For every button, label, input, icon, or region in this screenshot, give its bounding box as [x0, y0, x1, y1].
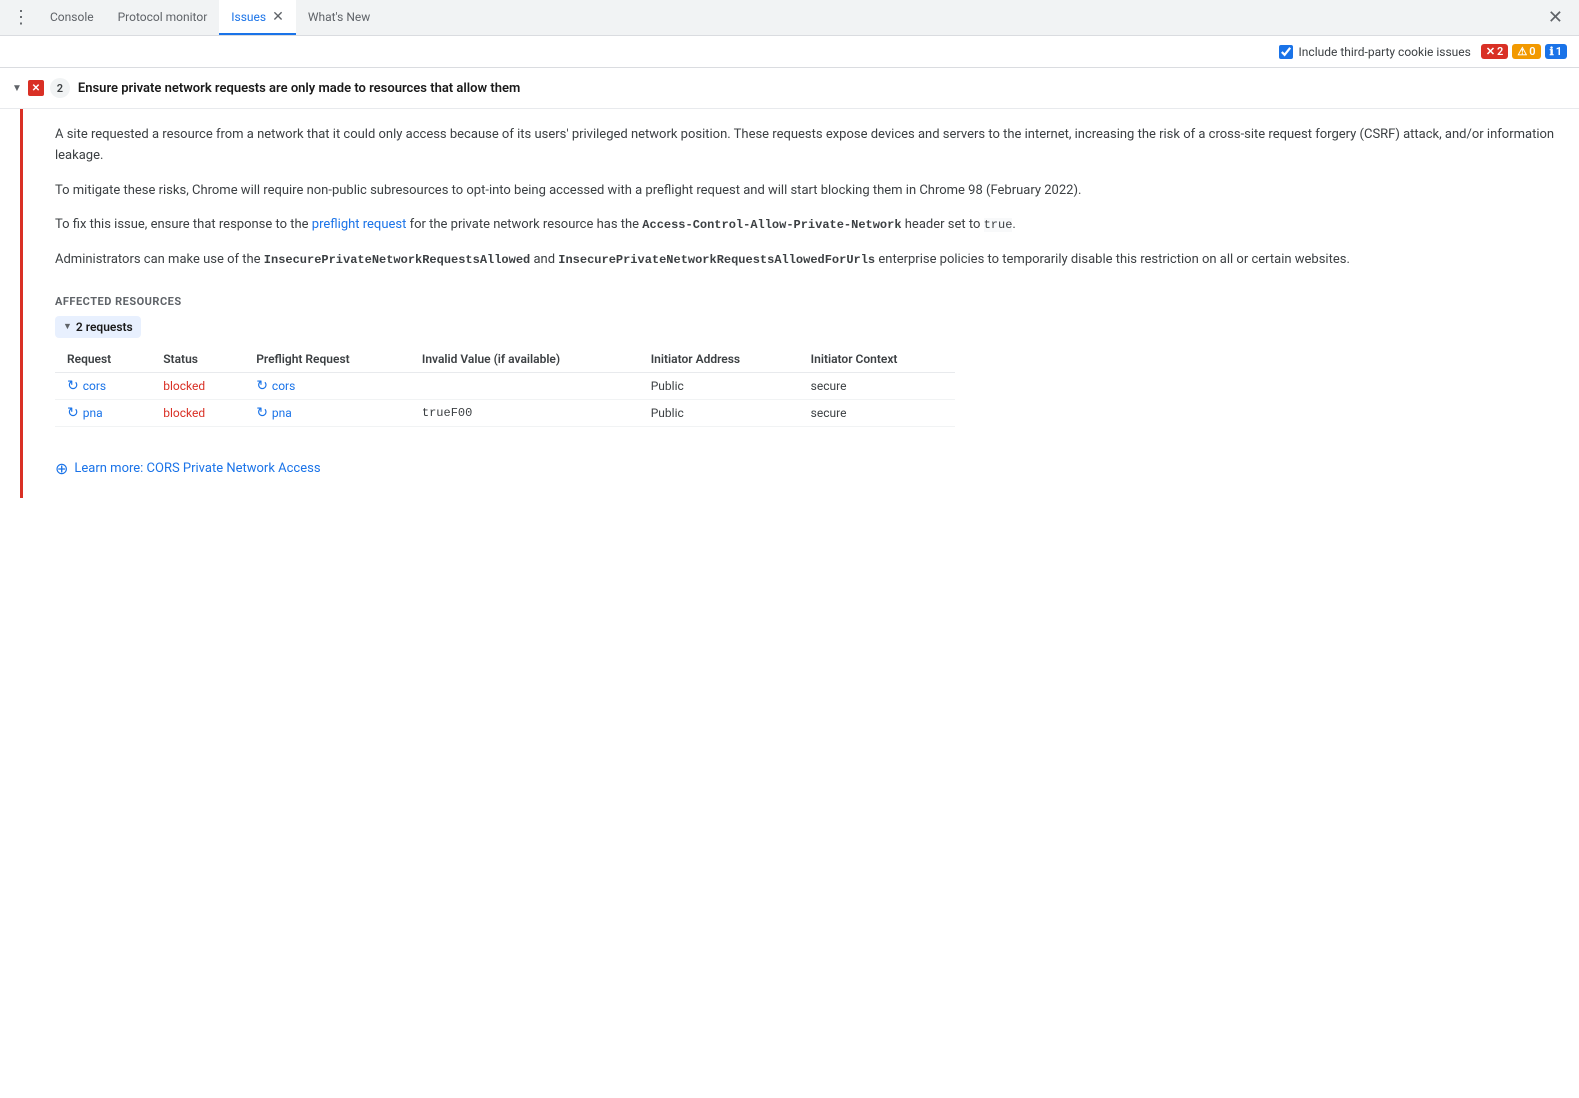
admin-text-after: enterprise policies to temporarily disab… [875, 252, 1350, 267]
row1-request: ↻ cors [55, 372, 151, 399]
admin-text-before: Administrators can make use of the [55, 252, 264, 267]
requests-table: Request Status Preflight Request Invalid… [55, 346, 955, 427]
paragraph-2: To mitigate these risks, Chrome will req… [55, 181, 1567, 202]
row2-status: blocked [151, 399, 244, 426]
badge-group: ✕ 2 ⚠ 0 ℹ 1 [1481, 44, 1567, 59]
tab-issues[interactable]: Issues ✕ [219, 0, 296, 35]
tab-bar-dots[interactable]: ⋮ [4, 7, 38, 28]
toolbar-right: Include third-party cookie issues ✕ 2 ⚠ … [1279, 44, 1567, 59]
third-party-checkbox[interactable] [1279, 45, 1293, 59]
chevron-icon: ▼ [12, 83, 22, 94]
col-header-initiator-context: Initiator Context [799, 346, 955, 373]
tab-console-label: Console [50, 10, 94, 24]
row1-invalid-value [410, 372, 639, 399]
error-badge-count: 2 [1497, 45, 1503, 58]
tab-whats-new[interactable]: What's New [296, 0, 382, 35]
col-header-status: Status [151, 346, 244, 373]
tab-protocol-monitor-label: Protocol monitor [118, 10, 208, 24]
tab-bar-close-button[interactable]: ✕ [1536, 7, 1575, 28]
row1-preflight: ↻ cors [244, 372, 410, 399]
tab-issues-label: Issues [231, 10, 266, 24]
requests-group: ▼ 2 requests Request Status Preflight Re… [55, 316, 1567, 427]
row2-preflight: ↻ pna [244, 399, 410, 426]
tab-whats-new-label: What's New [308, 10, 370, 24]
row2-invalid-value: trueF00 [410, 399, 639, 426]
col-header-request: Request [55, 346, 151, 373]
learn-more-icon: ⊕ [55, 459, 68, 478]
admin-text-middle: and [530, 252, 558, 267]
fix-code1: Access-Control-Allow-Private-Network [642, 218, 901, 232]
info-badge-count: 1 [1556, 45, 1562, 58]
tab-console[interactable]: Console [38, 0, 106, 35]
affected-resources-label: AFFECTED RESOURCES [55, 295, 1567, 308]
main-content: ▼ ✕ 2 Ensure private network requests ar… [0, 68, 1579, 1098]
error-badge-icon: ✕ [1486, 45, 1495, 58]
warning-badge: ⚠ 0 [1512, 44, 1540, 59]
issue-body: A site requested a resource from a netwo… [20, 109, 1579, 498]
preflight-cors-label: cors [272, 379, 295, 393]
tab-bar: ⋮ Console Protocol monitor Issues ✕ What… [0, 0, 1579, 36]
affected-resources: AFFECTED RESOURCES ▼ 2 requests Request … [55, 283, 1567, 443]
issue-title: Ensure private network requests are only… [78, 81, 1567, 96]
request-link-icon: ↻ [67, 378, 79, 394]
info-badge-icon: ℹ [1550, 45, 1554, 58]
row2-request: ↻ pna [55, 399, 151, 426]
issues-panel[interactable]: ▼ ✕ 2 Ensure private network requests ar… [0, 68, 1579, 1098]
row2-initiator-context: secure [799, 399, 955, 426]
info-badge: ℹ 1 [1545, 44, 1567, 59]
preflight-request-link[interactable]: preflight request [312, 217, 407, 232]
preflight-link-pna[interactable]: ↻ pna [256, 405, 398, 421]
admin-code1: InsecurePrivateNetworkRequestsAllowed [264, 253, 530, 267]
dots-icon: ⋮ [12, 7, 30, 28]
preflight-link-cors[interactable]: ↻ cors [256, 378, 398, 394]
warning-badge-icon: ⚠ [1517, 45, 1527, 58]
paragraph-admin: Administrators can make use of the Insec… [55, 250, 1567, 271]
row1-status: blocked [151, 372, 244, 399]
row1-initiator-context: secure [799, 372, 955, 399]
third-party-checkbox-label[interactable]: Include third-party cookie issues [1279, 45, 1471, 59]
tab-issues-close-icon[interactable]: ✕ [272, 9, 284, 25]
col-header-initiator-address: Initiator Address [639, 346, 799, 373]
toolbar: Include third-party cookie issues ✕ 2 ⚠ … [0, 36, 1579, 68]
warning-badge-count: 0 [1529, 45, 1535, 58]
request-cors-label: cors [83, 379, 106, 393]
issue-description: A site requested a resource from a netwo… [55, 109, 1567, 283]
paragraph-fix: To fix this issue, ensure that response … [55, 215, 1567, 236]
tab-protocol-monitor[interactable]: Protocol monitor [106, 0, 220, 35]
issue-group-header[interactable]: ▼ ✕ 2 Ensure private network requests ar… [0, 68, 1579, 109]
third-party-checkbox-text: Include third-party cookie issues [1299, 45, 1471, 59]
row2-initiator-address: Public [639, 399, 799, 426]
requests-group-header[interactable]: ▼ 2 requests [55, 316, 141, 338]
col-header-preflight: Preflight Request [244, 346, 410, 373]
learn-more: ⊕ Learn more: CORS Private Network Acces… [55, 443, 1567, 498]
preflight-link-icon: ↻ [256, 378, 268, 394]
preflight-link-icon-2: ↻ [256, 405, 268, 421]
table-row: ↻ pna blocked ↻ pna [55, 399, 955, 426]
requests-chevron-icon: ▼ [63, 321, 72, 332]
error-badge-icon: ✕ [28, 80, 44, 96]
request-link-pna[interactable]: ↻ pna [67, 405, 139, 421]
requests-count-label: 2 requests [76, 320, 133, 334]
admin-code2: InsecurePrivateNetworkRequestsAllowedFor… [558, 253, 875, 267]
issue-count-badge: 2 [50, 78, 70, 98]
fix-text-end: . [1012, 217, 1015, 232]
fix-text-before: To fix this issue, ensure that response … [55, 217, 312, 232]
request-link-icon-2: ↻ [67, 405, 79, 421]
paragraph-1: A site requested a resource from a netwo… [55, 125, 1567, 167]
fix-code2: true [984, 218, 1013, 232]
col-header-invalid-value: Invalid Value (if available) [410, 346, 639, 373]
table-row: ↻ cors blocked ↻ cors [55, 372, 955, 399]
table-header-row: Request Status Preflight Request Invalid… [55, 346, 955, 373]
error-badge: ✕ 2 [1481, 44, 1509, 59]
learn-more-link[interactable]: Learn more: CORS Private Network Access [74, 461, 320, 476]
preflight-pna-label: pna [272, 406, 292, 420]
fix-text-middle: for the private network resource has the [406, 217, 642, 232]
request-pna-label: pna [83, 406, 103, 420]
request-link-cors[interactable]: ↻ cors [67, 378, 139, 394]
row1-initiator-address: Public [639, 372, 799, 399]
fix-text-after: header set to [902, 217, 984, 232]
